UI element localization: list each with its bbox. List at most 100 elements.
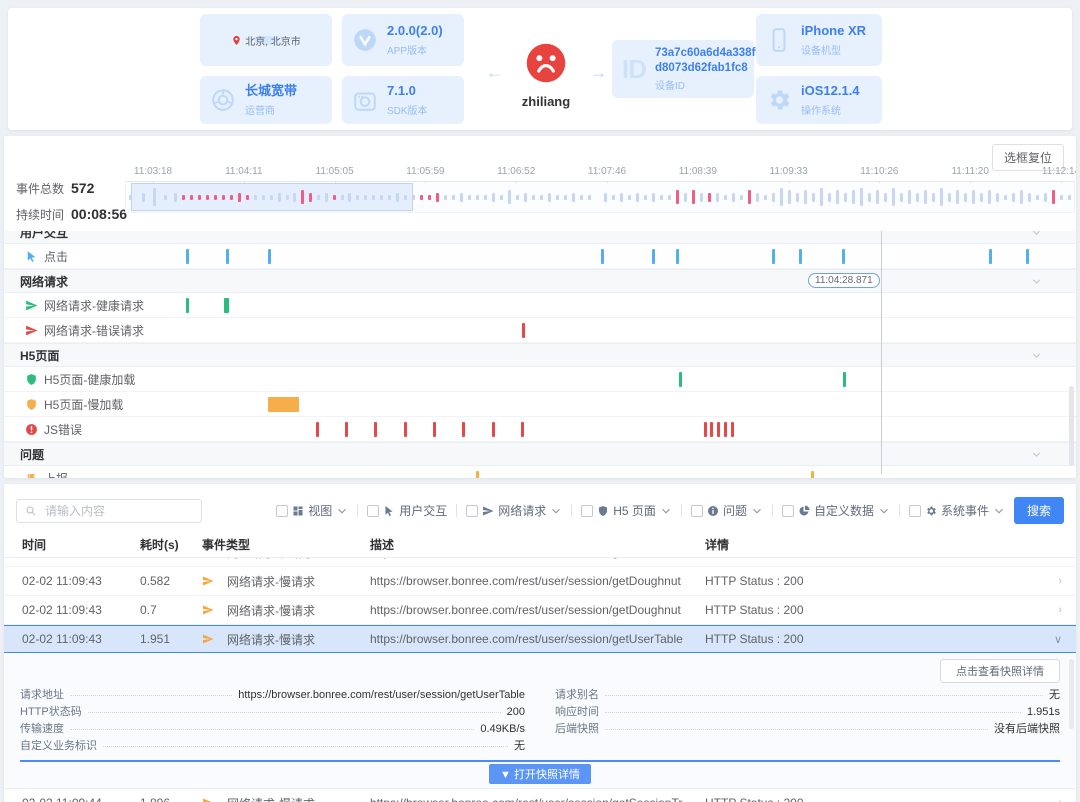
event-mark[interactable] xyxy=(710,422,713,437)
density-tick xyxy=(452,195,455,200)
event-mark[interactable] xyxy=(601,249,604,264)
device-id-line1: 73a7c60a6d4a338ff xyxy=(655,46,759,61)
event-mark[interactable] xyxy=(226,249,229,264)
cell-time: 02-02 11:09:43 xyxy=(22,603,140,617)
search-box[interactable] xyxy=(16,499,202,523)
search-button[interactable]: 搜索 xyxy=(1014,497,1064,524)
expand-row-icon[interactable]: › xyxy=(1042,575,1076,587)
density-tick xyxy=(230,195,233,200)
event-mark[interactable] xyxy=(704,422,707,437)
event-mark[interactable] xyxy=(476,471,479,478)
track-group-header[interactable]: 问题 xyxy=(4,442,1076,466)
event-mark[interactable] xyxy=(772,249,775,264)
track-group-header[interactable]: 网络请求 xyxy=(4,269,1076,293)
divider xyxy=(899,504,900,517)
filter-checkbox[interactable] xyxy=(691,505,703,517)
expand-row-icon[interactable]: › xyxy=(1042,797,1076,802)
filter-checkbox[interactable] xyxy=(782,505,794,517)
density-tick xyxy=(636,193,639,202)
event-mark[interactable] xyxy=(186,298,189,313)
event-mark[interactable] xyxy=(842,249,845,264)
event-mark[interactable] xyxy=(186,249,189,264)
track-group-header[interactable]: H5页面 xyxy=(4,343,1076,367)
event-mark[interactable] xyxy=(679,372,682,387)
axis-tick-label: 11:09:33 xyxy=(770,166,808,177)
density-tick xyxy=(708,193,711,202)
density-tick xyxy=(1052,190,1055,204)
event-mark[interactable] xyxy=(843,372,846,387)
event-mark[interactable] xyxy=(224,298,229,313)
filter-checkbox[interactable] xyxy=(909,505,921,517)
density-tick xyxy=(325,193,328,202)
event-mark[interactable] xyxy=(316,422,319,437)
event-mark[interactable] xyxy=(268,249,271,264)
event-mark[interactable] xyxy=(521,422,524,437)
track-group-header[interactable]: 用户交互 xyxy=(4,231,1076,244)
filter-item[interactable]: 视图 xyxy=(276,502,348,519)
event-mark[interactable] xyxy=(811,471,814,478)
chevron-down-icon[interactable] xyxy=(1031,276,1042,287)
plane-icon xyxy=(202,797,222,802)
device-id-line2: d8073d62fab1fc8 xyxy=(655,61,759,76)
sdk-version-label: SDK版本 xyxy=(387,102,428,117)
filter-item[interactable]: 系统事件 xyxy=(909,502,1005,519)
event-mark[interactable] xyxy=(724,422,727,437)
event-mark[interactable] xyxy=(676,249,679,264)
event-mark[interactable] xyxy=(345,422,348,437)
filter-item[interactable]: 自定义数据 xyxy=(782,502,890,519)
event-mark[interactable] xyxy=(989,249,992,264)
event-mark[interactable] xyxy=(652,249,655,264)
filter-checkbox[interactable] xyxy=(466,505,478,517)
filter-checkbox[interactable] xyxy=(367,505,379,517)
event-mark[interactable] xyxy=(1026,249,1029,264)
collapse-row-icon[interactable]: ∨ xyxy=(1042,633,1076,646)
density-tick xyxy=(724,195,727,200)
search-input[interactable] xyxy=(43,503,193,519)
event-mark[interactable] xyxy=(799,249,802,264)
filter-item[interactable]: 问题 xyxy=(691,502,763,519)
open-snapshot-button[interactable]: ▼ 打开快照详情 xyxy=(489,764,591,784)
table-toolbar: 视图 用户交互 网络请求 H5 页面 问题 自定义数据 系统事件 搜索 xyxy=(4,484,1076,532)
event-mark[interactable] xyxy=(522,323,525,338)
density-tick xyxy=(540,195,543,200)
event-mark[interactable] xyxy=(717,422,720,437)
density-tick xyxy=(852,190,855,204)
filter-item[interactable]: 用户交互 xyxy=(367,502,447,519)
filter-item[interactable]: 网络请求 xyxy=(466,502,562,519)
pointer-icon xyxy=(383,505,395,517)
event-mark[interactable] xyxy=(268,397,299,412)
event-density-strip[interactable] xyxy=(125,183,1075,213)
divider xyxy=(571,504,572,517)
table-row[interactable]: 02-02 11:09:430.582网络请求-慢请求https://brows… xyxy=(4,567,1076,596)
cell-event-type: 网络请求-慢请求 xyxy=(202,573,370,590)
table-row[interactable]: 02-02 11:09:430.7网络请求-慢请求https://browser… xyxy=(4,596,1076,625)
density-tick xyxy=(964,193,967,202)
carrier-value: 长城宽带 xyxy=(245,83,297,100)
event-mark[interactable] xyxy=(462,422,465,437)
filter-checkbox[interactable] xyxy=(581,505,593,517)
event-mark[interactable] xyxy=(404,422,407,437)
chevron-down-icon[interactable] xyxy=(1031,231,1042,238)
chevron-down-icon[interactable] xyxy=(1031,350,1042,361)
flag-icon xyxy=(25,472,38,479)
event-mark[interactable] xyxy=(731,422,734,437)
event-mark[interactable] xyxy=(433,422,436,437)
event-mark[interactable] xyxy=(374,422,377,437)
density-tick xyxy=(164,195,167,200)
filter-checkbox[interactable] xyxy=(276,505,288,517)
table-row[interactable]: 02-02 11:09:431.951网络请求-慢请求https://brows… xyxy=(4,625,1076,653)
track-label: H5页面-健康加载 xyxy=(25,371,135,388)
sdk-version-value: 7.1.0 xyxy=(387,83,428,100)
chevron-down-icon[interactable] xyxy=(1031,449,1042,460)
axis-tick-label: 11:07:46 xyxy=(588,166,626,177)
table-header: 时间耗时(s)事件类型描述详情 xyxy=(4,532,1076,558)
table-scrollbar[interactable] xyxy=(1069,659,1074,729)
timeline-scrollbar[interactable] xyxy=(1069,386,1074,466)
event-mark[interactable] xyxy=(492,422,495,437)
view-snapshot-button[interactable]: 点击查看快照详情 xyxy=(940,659,1060,683)
track-row: 网络请求-错误请求 xyxy=(4,318,1076,343)
expand-row-icon[interactable]: › xyxy=(1042,604,1076,616)
density-tick xyxy=(364,195,367,200)
density-tick xyxy=(333,195,336,200)
filter-item[interactable]: H5 页面 xyxy=(581,502,672,519)
